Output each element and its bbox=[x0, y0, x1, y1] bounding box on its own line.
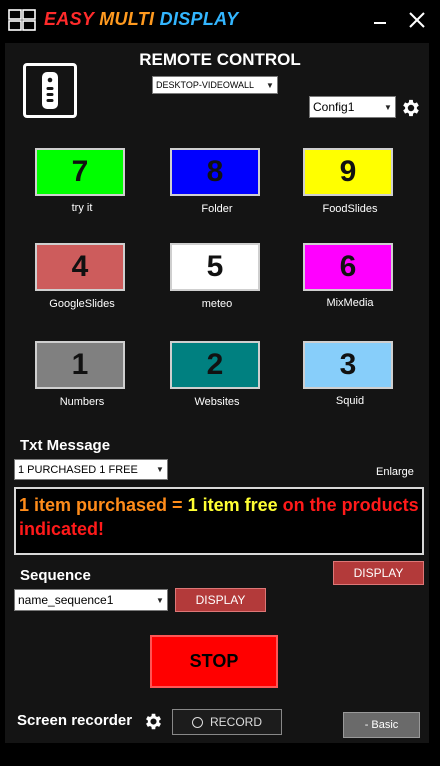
tile-2-button[interactable]: 2 bbox=[170, 341, 260, 389]
chevron-down-icon: ▼ bbox=[156, 465, 164, 474]
chevron-down-icon: ▼ bbox=[266, 80, 274, 90]
minimize-icon bbox=[374, 22, 386, 24]
screen-recorder-label: Screen recorder bbox=[17, 712, 133, 729]
gear-icon[interactable] bbox=[400, 97, 422, 119]
tile-label: Folder bbox=[201, 203, 233, 215]
record-button[interactable]: RECORD bbox=[172, 709, 282, 735]
close-icon bbox=[409, 12, 425, 28]
tile-label: Websites bbox=[194, 396, 240, 408]
tile-label: try it bbox=[71, 202, 93, 214]
tile-6-button[interactable]: 6 bbox=[303, 243, 393, 291]
display-message-button[interactable]: DISPLAY bbox=[333, 561, 424, 585]
tile-label: GoogleSlides bbox=[49, 298, 115, 310]
tile-label: meteo bbox=[201, 298, 233, 310]
tile-label: MixMedia bbox=[326, 297, 374, 309]
close-button[interactable] bbox=[403, 6, 431, 34]
basic-mode-button[interactable]: - Basic bbox=[343, 712, 420, 738]
record-icon bbox=[191, 716, 203, 728]
tile-4-button[interactable]: 4 bbox=[35, 243, 125, 291]
tile-label: Numbers bbox=[59, 396, 105, 408]
txt-message-label: Txt Message bbox=[20, 437, 111, 454]
minimize-button[interactable] bbox=[366, 6, 394, 34]
tile-label: Squid bbox=[335, 395, 365, 407]
message-segment: 1 item purchased = bbox=[19, 495, 188, 515]
page-title: REMOTE CONTROL bbox=[139, 50, 301, 69]
tile-1-button[interactable]: 1 bbox=[35, 341, 125, 389]
display-sequence-button[interactable]: DISPLAY bbox=[175, 588, 266, 612]
app-title: EASY MULTI DISPLAY bbox=[44, 9, 239, 29]
tile-label: FoodSlides bbox=[322, 203, 378, 215]
sequence-label: Sequence bbox=[20, 567, 91, 584]
title-bar: EASY MULTI DISPLAY bbox=[0, 0, 440, 40]
tile-7-button[interactable]: 7 bbox=[35, 148, 125, 196]
tile-9-button[interactable]: 9 bbox=[303, 148, 393, 196]
remote-control-icon bbox=[23, 63, 77, 118]
message-select[interactable]: 1 PURCHASED 1 FREE ▼ bbox=[14, 459, 168, 480]
gear-icon[interactable] bbox=[143, 711, 164, 732]
chevron-down-icon: ▼ bbox=[384, 102, 392, 112]
message-segment: 1 item free bbox=[187, 495, 283, 515]
enlarge-link[interactable]: Enlarge bbox=[376, 466, 414, 478]
device-select[interactable]: DESKTOP-VIDEOWALL ▼ bbox=[152, 76, 278, 94]
stop-button[interactable]: STOP bbox=[150, 635, 278, 688]
config-select[interactable]: Config1 ▼ bbox=[309, 96, 396, 118]
tile-8-button[interactable]: 8 bbox=[170, 148, 260, 196]
tile-5-button[interactable]: 5 bbox=[170, 243, 260, 291]
app-logo-icon bbox=[8, 9, 36, 31]
chevron-down-icon: ▼ bbox=[156, 595, 164, 605]
message-text-box[interactable]: 1 item purchased = 1 item free on the pr… bbox=[14, 487, 424, 555]
sequence-select[interactable]: name_sequence1 ▼ bbox=[14, 589, 168, 611]
tile-3-button[interactable]: 3 bbox=[303, 341, 393, 389]
